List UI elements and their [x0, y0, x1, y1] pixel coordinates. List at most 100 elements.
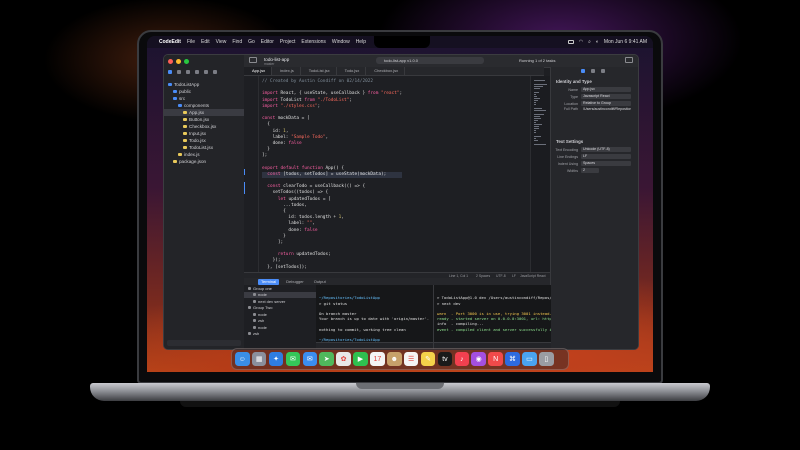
- tab-debugger[interactable]: Debugger: [283, 279, 307, 285]
- folder-icon: [168, 83, 172, 86]
- mail-glyph: ✉: [306, 355, 313, 363]
- safari-icon[interactable]: ✦: [268, 351, 284, 367]
- menu-find[interactable]: Find: [232, 39, 242, 45]
- terminal-session-label: zsh: [258, 318, 265, 324]
- trash-icon[interactable]: ▯: [539, 351, 554, 367]
- name-field[interactable]: App.jsx: [581, 87, 631, 92]
- tree-item[interactable]: index.js: [164, 151, 244, 158]
- sidebar-toggle-icon[interactable]: [249, 57, 257, 63]
- extension-icon[interactable]: [213, 70, 217, 74]
- menu-editor[interactable]: Editor: [261, 39, 274, 45]
- tree-item[interactable]: Button.jsx: [164, 116, 244, 123]
- tree-item-label: components: [184, 103, 210, 108]
- maps-icon[interactable]: ➤: [319, 351, 334, 367]
- tab-terminal[interactable]: Terminal: [258, 278, 280, 285]
- terminal-right[interactable]: > TodoListApp@1.0 dev /Users/austincondi…: [433, 285, 551, 349]
- minimap-line: [534, 136, 541, 137]
- tree-item[interactable]: components: [164, 102, 244, 109]
- editor-tab[interactable]: index.js: [272, 67, 301, 75]
- minimap[interactable]: [530, 76, 551, 272]
- history-icon[interactable]: [591, 69, 595, 73]
- encoding-select[interactable]: Unicode (UTF-8): [581, 147, 631, 152]
- terminal-left[interactable]: ~/Repositories/TodoListApp > git status O…: [316, 285, 433, 349]
- menu-window[interactable]: Window: [332, 39, 350, 45]
- menu-app-name[interactable]: CodeEdit: [159, 39, 181, 45]
- news-icon[interactable]: N: [488, 351, 503, 367]
- endings-select[interactable]: LF: [581, 154, 631, 159]
- tree-item[interactable]: src: [164, 95, 244, 102]
- search-icon[interactable]: [186, 70, 190, 74]
- name-field-row: Name App.jsx: [551, 86, 638, 93]
- codeedit-icon[interactable]: ⌘: [505, 351, 520, 367]
- messages-icon[interactable]: ✉: [285, 351, 301, 367]
- editor-tab[interactable]: Todo.jsx: [337, 67, 367, 75]
- file-inspector-icon[interactable]: [581, 69, 585, 73]
- facetime-glyph: ▶: [357, 355, 364, 363]
- podcasts-icon[interactable]: ◉: [471, 351, 486, 367]
- tree-item[interactable]: App.jsx: [164, 109, 244, 116]
- menu-project[interactable]: Project: [280, 39, 296, 45]
- minimize-button[interactable]: [176, 59, 181, 64]
- editor-tab[interactable]: TodoList.jsx: [301, 67, 337, 75]
- location-select[interactable]: Relative to Group: [581, 101, 631, 106]
- battery-icon[interactable]: [567, 40, 574, 44]
- menu-extensions[interactable]: Extensions: [301, 39, 325, 45]
- control-center-icon[interactable]: ◐: [596, 39, 599, 45]
- zoom-button[interactable]: [184, 59, 189, 64]
- warning-icon[interactable]: [195, 70, 199, 74]
- notes-icon[interactable]: ✎: [420, 351, 436, 367]
- help-icon[interactable]: [601, 69, 605, 73]
- menu-clock[interactable]: Mon Jun 6 9:41 AM: [604, 39, 647, 45]
- menu-file[interactable]: File: [187, 39, 195, 45]
- launchpad-glyph: ▦: [255, 355, 263, 363]
- tree-item[interactable]: public: [164, 88, 244, 95]
- inspector-toggle-icon[interactable]: [625, 57, 633, 63]
- branch-icon[interactable]: [204, 70, 208, 74]
- menu-go[interactable]: Go: [248, 39, 255, 45]
- laptop-base-notch: [356, 383, 444, 389]
- minimap-line: [534, 102, 536, 103]
- sidebar-filter[interactable]: [167, 340, 241, 346]
- menu-view[interactable]: View: [216, 39, 227, 45]
- name-label: Name: [568, 87, 578, 92]
- widths-stepper[interactable]: 2: [581, 168, 599, 173]
- folder-icon[interactable]: [168, 70, 172, 74]
- search-icon[interactable]: ⌕: [588, 39, 591, 45]
- code-editor[interactable]: // Created by Austin Condiff on 02/14/20…: [244, 76, 530, 272]
- tree-item[interactable]: Input.jsx: [164, 130, 244, 137]
- music-glyph: ♪: [460, 355, 464, 363]
- facetime-icon[interactable]: ▶: [353, 351, 368, 367]
- source-control-icon[interactable]: [177, 70, 181, 74]
- close-button[interactable]: [168, 59, 173, 64]
- menu-help[interactable]: Help: [356, 39, 366, 45]
- scheme-selector[interactable]: todo-list-app v1.0.0: [376, 57, 484, 64]
- music-icon[interactable]: ♪: [454, 351, 470, 367]
- branch-name[interactable]: master: [264, 62, 274, 66]
- tree-item[interactable]: package.json: [164, 158, 244, 165]
- tv-icon[interactable]: tv: [437, 351, 453, 367]
- menu-edit[interactable]: Edit: [201, 39, 210, 45]
- contacts-glyph: ☻: [390, 355, 398, 363]
- finder-icon[interactable]: ☺: [235, 351, 250, 367]
- tree-item[interactable]: TodoListApp: [164, 81, 244, 88]
- minimap-line: [534, 126, 539, 127]
- editor-tab[interactable]: Checkbox.jsx: [366, 67, 406, 75]
- mail-icon[interactable]: ✉: [302, 351, 318, 367]
- tree-item[interactable]: TodoList.jsx: [164, 144, 244, 151]
- editor-tab[interactable]: App.jsx: [244, 67, 273, 75]
- tab-output[interactable]: Output: [311, 279, 329, 285]
- type-select[interactable]: Javascript React: [581, 94, 631, 99]
- calendar-icon[interactable]: 17: [370, 351, 385, 367]
- indent-select[interactable]: Spaces: [581, 161, 631, 166]
- tree-item[interactable]: Todo.jsx: [164, 137, 244, 144]
- launchpad-icon[interactable]: ▦: [251, 351, 267, 367]
- wifi-icon[interactable]: ◠: [579, 39, 583, 45]
- terminal-icon: [253, 299, 256, 303]
- tree-item[interactable]: Checkbox.jsx: [164, 123, 244, 130]
- location-label: Location: [564, 101, 578, 106]
- reminders-icon[interactable]: ☰: [403, 351, 419, 367]
- photos-icon[interactable]: ✿: [336, 351, 351, 367]
- folder-icon[interactable]: ▭: [522, 351, 537, 367]
- contacts-icon[interactable]: ☻: [387, 351, 402, 367]
- terminal-session[interactable]: zsh: [244, 331, 316, 338]
